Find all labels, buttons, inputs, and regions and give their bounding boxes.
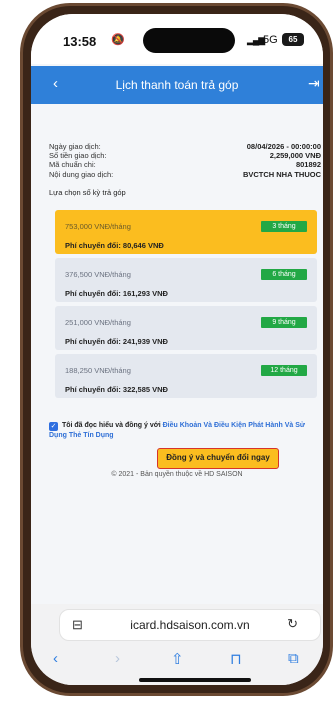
copyright: © 2021 - Bản quyền thuộc về HD SAISON — [111, 471, 243, 478]
share-icon[interactable]: ⇧ — [171, 650, 184, 668]
page-title: Lịch thanh toán trả góp — [115, 78, 239, 92]
plan-fee: Phí chuyển đổi: 80,646 VNĐ — [65, 241, 164, 250]
plan-term-badge: 12 tháng — [261, 365, 307, 376]
plan-fee: Phí chuyển đổi: 161,293 VNĐ — [65, 289, 168, 298]
info-value: 08/04/2026 - 00:00:00 — [246, 142, 321, 151]
home-indicator — [139, 678, 251, 682]
info-row-description: Nội dung giao dịch: BVCTCH NHA THUOC — [49, 170, 321, 179]
plan-term-badge: 3 tháng — [261, 221, 307, 232]
plan-option-12-months[interactable]: 188,250 VNĐ/tháng 12 tháng Phí chuyển đổ… — [55, 354, 317, 398]
screen: 13:58 🔕 ▂▄▆ 5G 65 ‹ Lịch thanh toán trả … — [31, 14, 323, 685]
info-label: Mã chuẩn chi: — [49, 160, 96, 170]
plan-term-badge: 9 tháng — [261, 317, 307, 328]
cell-signal-icon: ▂▄▆ — [247, 35, 265, 45]
info-row-amount: Số tiền giao dịch: 2,259,000 VNĐ — [49, 151, 321, 160]
plan-monthly-amount: 188,250 VNĐ/tháng — [65, 366, 131, 375]
bookmarks-icon[interactable]: ⊓ — [230, 650, 242, 668]
agreement: ✓ Tôi đã đọc hiểu và đồng ý với Điều Kho… — [49, 421, 319, 441]
installment-plans: 753,000 VNĐ/tháng 3 tháng Phí chuyển đổi… — [55, 210, 317, 402]
info-label: Số tiền giao dịch: — [49, 151, 107, 161]
network-type: 5G — [263, 34, 278, 46]
info-value: 2,259,000 VNĐ — [269, 151, 321, 161]
plan-fee: Phí chuyển đổi: 322,585 VNĐ — [65, 385, 168, 394]
transaction-info: Ngày giao dịch: 08/04/2026 - 00:00:00 Số… — [49, 142, 321, 179]
url-text[interactable]: icard.hdsaison.com.vn — [60, 618, 320, 632]
submit-button[interactable]: Đồng ý và chuyển đổi ngay — [157, 448, 279, 469]
focus-bell-icon: 🔕 — [111, 34, 125, 46]
status-time: 13:58 — [63, 34, 97, 49]
header-bar: ‹ Lịch thanh toán trả góp ⇥ — [31, 66, 323, 104]
plan-option-9-months[interactable]: 251,000 VNĐ/tháng 9 tháng Phí chuyển đổi… — [55, 306, 317, 350]
dynamic-island — [143, 28, 235, 53]
plan-monthly-amount: 753,000 VNĐ/tháng — [65, 222, 131, 231]
info-value: BVCTCH NHA THUOC — [242, 169, 321, 179]
reload-icon[interactable]: ↻ — [287, 616, 298, 632]
logout-icon[interactable]: ⇥ — [308, 75, 320, 92]
info-label: Nội dung giao dịch: — [49, 169, 114, 179]
info-value: 801892 — [295, 160, 321, 170]
plan-option-6-months[interactable]: 376,500 VNĐ/tháng 6 tháng Phí chuyển đổi… — [55, 258, 317, 302]
plan-option-3-months[interactable]: 753,000 VNĐ/tháng 3 tháng Phí chuyển đổi… — [55, 210, 317, 254]
info-label: Ngày giao dịch: — [49, 142, 101, 151]
plan-term-badge: 6 tháng — [261, 269, 307, 280]
status-bar: 13:58 🔕 ▂▄▆ 5G 65 — [31, 14, 323, 64]
plan-monthly-amount: 376,500 VNĐ/tháng — [65, 270, 131, 279]
agreement-checkbox[interactable]: ✓ — [49, 422, 58, 431]
forward-icon[interactable]: › — [115, 650, 120, 667]
info-row-auth-code: Mã chuẩn chi: 801892 — [49, 160, 321, 169]
plan-fee: Phí chuyển đổi: 241,939 VNĐ — [65, 337, 168, 346]
tabs-icon[interactable]: ⧉ — [288, 650, 299, 667]
back-icon[interactable]: ‹ — [53, 650, 58, 667]
phone-frame: 13:58 🔕 ▂▄▆ 5G 65 ‹ Lịch thanh toán trả … — [20, 3, 333, 696]
battery-indicator: 65 — [282, 33, 304, 46]
browser-toolbar: ‹ › ⇧ ⊓ ⧉ — [31, 650, 323, 670]
agreement-text: Tôi đã đọc hiểu và đồng ý với — [61, 422, 161, 429]
plan-monthly-amount: 251,000 VNĐ/tháng — [65, 318, 131, 327]
info-row-date: Ngày giao dịch: 08/04/2026 - 00:00:00 — [49, 142, 321, 151]
choose-term-label: Lựa chọn số kỳ trả góp — [49, 188, 126, 197]
address-bar[interactable]: ⊟ icard.hdsaison.com.vn ↻ — [59, 609, 321, 641]
